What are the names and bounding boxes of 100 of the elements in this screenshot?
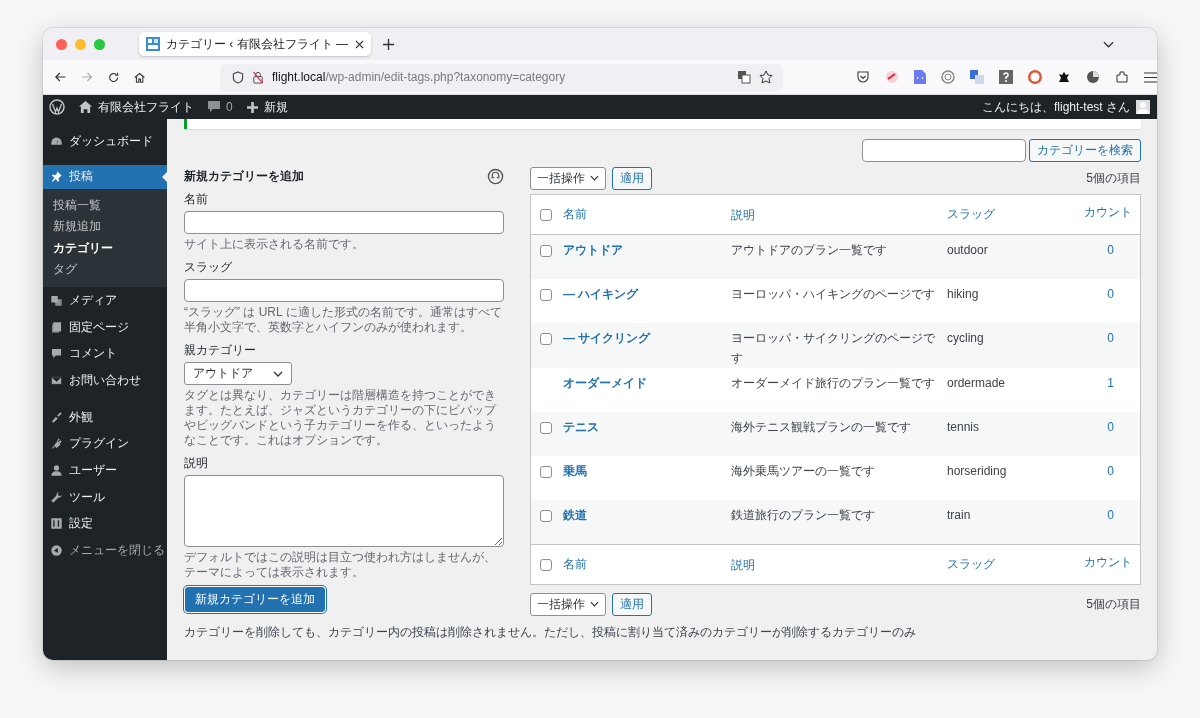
count-link[interactable]: 0 [1075,507,1140,523]
wordpress-logo-icon[interactable] [49,99,65,115]
table-cell-text: train [947,507,972,523]
home-icon [79,101,92,113]
select-all-checkbox[interactable] [540,558,552,571]
insecure-lock-icon[interactable] [252,70,264,84]
category-name-link[interactable]: — サイクリング [563,330,731,346]
apply-button[interactable]: 適用 [612,592,652,616]
field-hint: タグとは異なり、カテゴリーは階層構造を持つことができます。たとえば、ジャズというカテゴリーの下にビバップやビッグバンドという子カテゴリーを作る、といったようなことです。これはオプションです。 [184,388,498,448]
submenu-item[interactable]: 新規追加 [43,216,167,238]
category-name-link[interactable]: 鉄道 [563,507,731,523]
mail-icon [50,373,63,387]
menu-item[interactable]: 固定ページ [43,313,167,341]
home-icon[interactable] [133,70,145,84]
field-hint: “スラッグ” は URL に適した形式の名前です。通常はすべて半角小文字で、英数字とハイフンのみが使われます。 [184,305,503,335]
avatar-icon [1136,100,1150,114]
menu-item[interactable]: ダッシュボード [43,128,167,155]
new-content-link[interactable]: 新規 [246,98,288,116]
close-window-icon[interactable] [56,38,67,50]
row-checkbox[interactable] [540,245,552,257]
count-link[interactable]: 0 [1075,286,1140,302]
star-icon[interactable] [759,70,773,84]
menu-item[interactable]: お問い合わせ [43,367,167,394]
column-header[interactable]: カウント [1075,554,1140,571]
menu-item[interactable]: 設定 [43,510,167,538]
text-field[interactable] [184,279,504,302]
menu-item[interactable]: プラグイン [43,430,167,458]
count-link[interactable]: 0 [1075,330,1140,346]
extension-icon[interactable] [885,70,899,84]
question-icon[interactable] [999,70,1013,84]
count-link[interactable]: 0 [1075,463,1140,479]
new-tab-icon[interactable] [383,38,394,50]
text-field[interactable] [184,211,504,234]
brush-icon [50,410,63,424]
help-icon[interactable] [487,168,504,185]
menu-item[interactable]: メディア [43,287,167,314]
row-checkbox[interactable] [540,510,552,522]
puzzle-icon[interactable] [1115,70,1129,84]
ring-icon[interactable] [941,70,955,84]
site-name-link[interactable]: 有限会社フライト [79,98,194,116]
column-header[interactable]: カウント [1075,204,1140,221]
bulk-actions-dropdown[interactable]: 一括操作 [530,592,606,616]
row-checkbox[interactable] [540,466,552,478]
pocket-icon[interactable] [856,70,870,84]
tab-list-icon[interactable] [1103,41,1114,48]
count-link[interactable]: 1 [1075,375,1140,391]
category-name-link[interactable]: — ハイキング [563,286,731,302]
reload-icon[interactable] [107,70,119,84]
browser-tab[interactable]: カテゴリー ‹ 有限会社フライト — [139,32,371,56]
table-cell-text: horseriding [947,463,1008,479]
code-file-icon[interactable] [914,70,926,84]
row-checkbox[interactable] [540,333,552,345]
category-name-link[interactable]: オーダーメイド [563,375,731,391]
select-all-checkbox[interactable] [540,208,552,221]
column-header[interactable]: 説明 [731,554,939,575]
shield-icon[interactable] [232,70,244,84]
field-label: 名前 [184,191,209,208]
menu-icon[interactable] [1144,71,1157,83]
search-button[interactable]: カテゴリーを検索 [1029,139,1141,162]
add-category-button[interactable]: 新規カテゴリーを追加 [185,587,325,612]
table-cell-text: ordermade [947,375,1007,391]
menu-item[interactable]: 外観 [43,403,167,431]
submenu-item[interactable]: 投稿一覧 [43,194,167,217]
apply-button[interactable]: 適用 [612,166,652,190]
table-cell-text: ヨーロッパ・サイクリングのページです [731,330,936,367]
duck-icon[interactable] [1028,70,1042,84]
column-header[interactable]: スラッグ [947,206,1075,223]
menu-item[interactable]: コメント [43,340,167,368]
back-icon[interactable] [55,71,67,83]
submenu-item[interactable]: カテゴリー [43,237,167,260]
description-field[interactable] [184,475,504,547]
address-bar[interactable]: flight.local/wp-admin/edit-tags.php?taxonomy=category [220,63,783,91]
search-field[interactable] [862,139,1026,162]
person-icon [50,464,63,478]
row-checkbox[interactable] [540,289,552,301]
menu-item[interactable]: ツール [43,483,167,511]
plug-icon [50,437,63,451]
close-tab-icon[interactable] [355,39,364,49]
table-cell-text: 海外テニス観戦プランの一覧です [731,419,912,436]
menu-item[interactable]: 投稿 [43,164,167,189]
count-link[interactable]: 0 [1075,242,1140,258]
submenu-item[interactable]: タグ [43,259,167,282]
pie-icon[interactable] [1086,70,1100,84]
category-name-link[interactable]: 乗馬 [563,463,731,479]
column-header[interactable]: 名前 [563,206,731,223]
column-header[interactable]: 名前 [563,556,731,573]
collapse-menu-button[interactable]: メニューを閉じる [43,537,167,564]
comments-link[interactable]: 0 [208,100,233,114]
menu-item[interactable]: ユーザー [43,457,167,484]
column-header[interactable]: 説明 [731,204,939,225]
row-checkbox[interactable] [540,422,552,434]
bulk-actions-dropdown[interactable]: 一括操作 [530,166,606,190]
speech-bubble-icon [208,101,220,113]
column-header[interactable]: スラッグ [947,556,1075,573]
category-name-link[interactable]: テニス [563,419,731,435]
parent-dropdown[interactable]: アウトドア [184,362,292,385]
category-name-link[interactable]: アウトドア [563,242,731,258]
table-cell-text: 海外乗馬ツアーの一覧です [731,463,876,480]
count-link[interactable]: 0 [1075,419,1140,435]
account-link[interactable]: こんにちは、flight-test さん [981,98,1150,116]
